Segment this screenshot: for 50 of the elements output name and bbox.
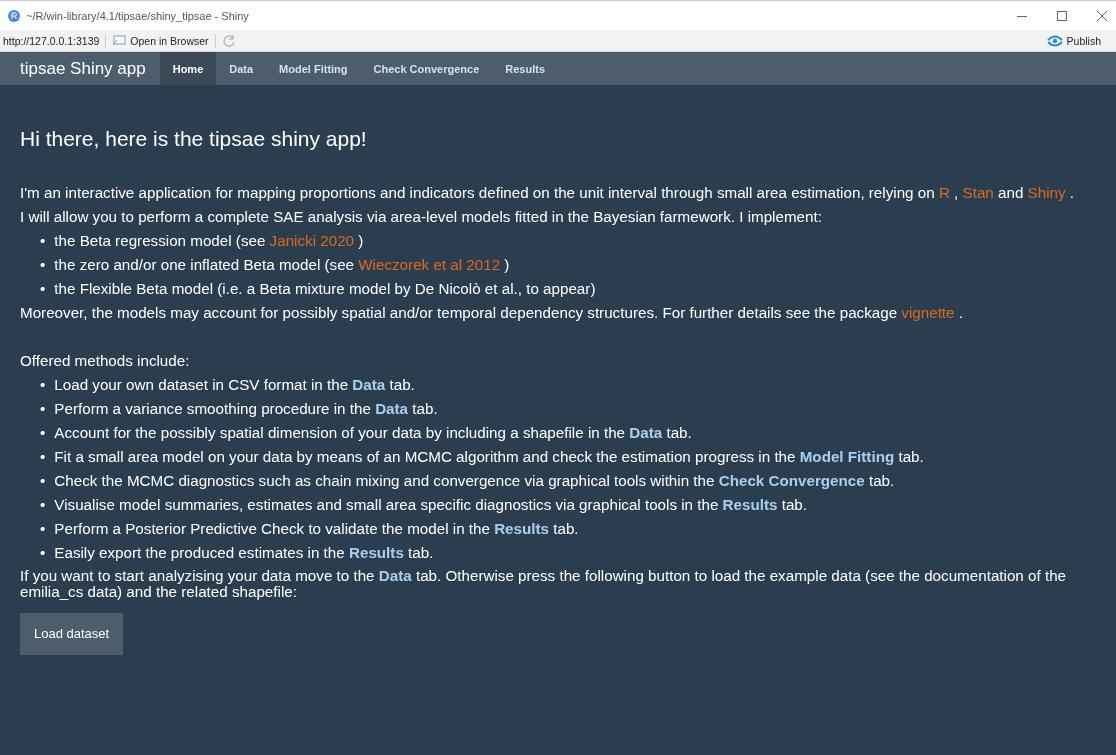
list-item: Check the MCMC diagnostics such as chain mixing and convergence via graphical tools within the Check Convergence tab. [54, 471, 895, 491]
list-item: Load your own dataset in CSV format in the Data tab. [54, 375, 415, 395]
nav-tab[interactable]: Home [159, 52, 217, 85]
list-item: Visualise model summaries, estimates and small area specific diagnostics via graphical tools in the Results tab. [54, 495, 808, 515]
publish-icon [1046, 34, 1063, 47]
nav-tab[interactable]: Data [216, 52, 267, 85]
bullet: • [40, 471, 46, 491]
paragraph: I'm an interactive application for mapping proportions and indicators defined on the unit interval through small area estimation, relying on R , Stan and Shiny . [20, 183, 1075, 203]
link[interactable]: vignette [901, 304, 955, 321]
bullet: • [40, 423, 46, 443]
list-item: the zero and/or one inflated Beta model (see Wieczorek et al 2012 ) [54, 255, 510, 275]
bullet: • [40, 231, 46, 251]
bullet: • [40, 447, 46, 467]
nav-tab[interactable]: Results [492, 52, 559, 85]
open-in-browser-button[interactable]: Open in Browser [112, 34, 209, 47]
list-item: Fit a small area model on your data by means of an MCMC algorithm and check the estimation progress in the Model Fitting tab. [54, 447, 924, 467]
paragraph: Moreover, the models may account for possibly spatial and/or temporal dependency structures. For further details see the package vignette . [20, 303, 964, 323]
bullet: • [40, 255, 46, 275]
window-icon [112, 35, 127, 46]
list-item: the Flexible Beta model (i.e. a Beta mixture model by De Nicolò et al., to appear) [54, 279, 596, 299]
bullet: • [40, 279, 46, 299]
bullet: • [40, 375, 46, 395]
close-icon[interactable] [1096, 9, 1108, 22]
link[interactable]: R [938, 184, 950, 201]
link[interactable]: Wieczorek et al 2012 [358, 256, 501, 273]
paragraph: If you want to start analyzising your data move to the Data tab. Otherwise press the following button to load the example data (see the documentation of the emilia_cs data) and the related shapefile: [20, 568, 1068, 600]
bullet: • [40, 543, 46, 563]
publish-button[interactable]: Publish [1046, 34, 1101, 47]
nav-tab[interactable]: Check Convergence [360, 52, 493, 85]
nav-tab[interactable]: Model Fitting [266, 52, 361, 85]
bullet: • [40, 399, 46, 419]
link[interactable]: Stan [962, 184, 994, 201]
bullet: • [40, 519, 46, 539]
list-item: Easily export the produced estimates in the Results tab. [54, 543, 434, 563]
link[interactable]: Janicki 2020 [269, 232, 355, 249]
url-text: http://127.0.0.1:3139 [3, 34, 100, 47]
list-item: Perform a variance smoothing procedure in the Data tab. [54, 399, 438, 419]
paragraph: Offered methods include: [20, 351, 191, 371]
list-item: the Beta regression model (see Janicki 2020 ) [54, 231, 364, 251]
list-item: Perform a Posterior Predictive Check to validate the model in the Results tab. [54, 519, 579, 539]
page-heading: Hi there, here is the tipsae shiny app! [20, 127, 368, 151]
bullet: • [40, 495, 46, 515]
app-brand[interactable]: tipsae Shiny app [0, 52, 160, 85]
paragraph: I will allow you to perform a complete SAE analysis via area-level models fitted in the Bayesian farmework. I implement: [20, 207, 823, 227]
app-logo-icon [8, 9, 20, 22]
load-dataset-button[interactable]: Load dataset [20, 613, 124, 655]
maximize-icon[interactable] [1056, 9, 1068, 22]
link[interactable]: Shiny [1027, 184, 1066, 201]
list-item: Account for the possibly spatial dimension of your data by including a shapefile in the Data tab. [54, 423, 692, 443]
window-title: ~/R/win-library/4.1/tipsae/shiny_tipsae - Shiny [26, 9, 249, 22]
